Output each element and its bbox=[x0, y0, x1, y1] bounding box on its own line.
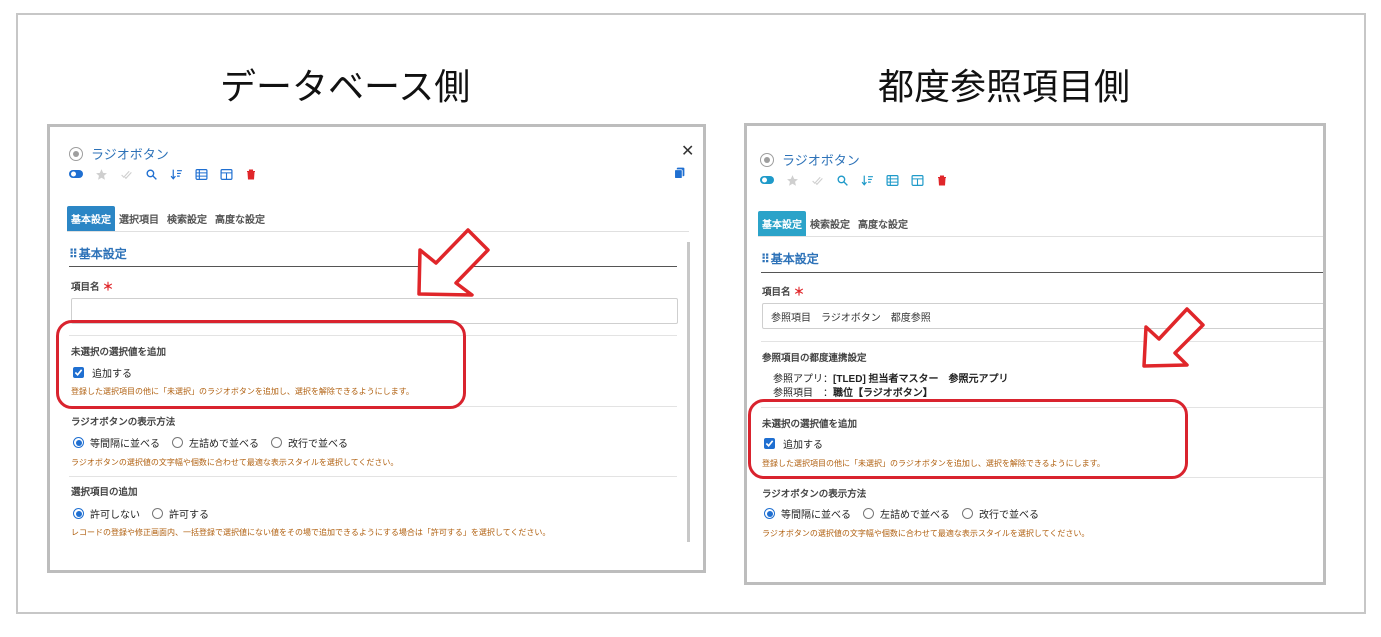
sort-icon[interactable] bbox=[169, 167, 183, 181]
trash-icon[interactable] bbox=[244, 167, 258, 181]
display-method-help: ラジオボタンの選択値の文字幅や個数に合わせて最適な表示スタイルを選択してください… bbox=[762, 529, 1090, 538]
radio-type-icon bbox=[69, 146, 83, 161]
grip-icon: ⠿ bbox=[761, 251, 770, 266]
section-header: ⠿ 基本設定 bbox=[761, 250, 819, 267]
radio-option-left[interactable]: 左詰めで並べる bbox=[863, 506, 950, 521]
add-item-options: 許可しない 許可する bbox=[73, 506, 221, 521]
radio-option-equal[interactable]: 等間隔に並べる bbox=[764, 506, 851, 521]
display-method-help: ラジオボタンの選択値の文字幅や個数に合わせて最適な表示スタイルを選択してください… bbox=[71, 458, 399, 467]
right-settings-panel: ラジオボタン 基本設定 検索設定 高度な設定 ⠿ 基本設定 項目名＊ 参照項目 … bbox=[744, 123, 1326, 585]
radio-option-disallow[interactable]: 許可しない bbox=[73, 506, 140, 521]
heading-database-side: データベース側 bbox=[220, 67, 471, 108]
divider bbox=[69, 476, 677, 477]
item-name-label: 項目名＊ bbox=[71, 281, 114, 293]
field-toolbar bbox=[760, 173, 949, 187]
columns-icon[interactable] bbox=[219, 167, 233, 181]
radio-type-icon bbox=[760, 152, 774, 167]
field-toolbar bbox=[69, 167, 258, 181]
sort-icon[interactable] bbox=[860, 173, 874, 187]
trash-icon[interactable] bbox=[935, 173, 949, 187]
display-method-options: 等間隔に並べる 左詰めで並べる 改行で並べる bbox=[764, 506, 1051, 521]
tab-search-settings[interactable]: 検索設定 bbox=[163, 206, 211, 231]
search-icon[interactable] bbox=[144, 167, 158, 181]
radio-option-newline[interactable]: 改行で並べる bbox=[962, 506, 1039, 521]
toggle-icon[interactable] bbox=[69, 167, 83, 181]
list-icon[interactable] bbox=[194, 167, 208, 181]
panel-title: ラジオボタン bbox=[91, 147, 169, 162]
reference-item-line: 参照項目 ：職位【ラジオボタン】 bbox=[773, 388, 933, 399]
pointer-arrow-icon-left bbox=[417, 228, 490, 297]
panel-title-row: ラジオボタン bbox=[69, 144, 169, 163]
display-method-label: ラジオボタンの表示方法 bbox=[71, 417, 176, 428]
heading-reference-side: 都度参照項目側 bbox=[878, 67, 1131, 108]
tab-bar: 基本設定 検索設定 高度な設定 bbox=[758, 211, 1323, 237]
display-method-label: ラジオボタンの表示方法 bbox=[762, 489, 867, 500]
panel-title-row: ラジオボタン bbox=[760, 150, 860, 169]
divider bbox=[761, 341, 1323, 342]
tab-advanced-settings[interactable]: 高度な設定 bbox=[854, 211, 912, 236]
star-icon[interactable] bbox=[785, 173, 799, 187]
item-name-input[interactable]: 参照項目 ラジオボタン 都度参照 bbox=[762, 303, 1323, 329]
copy-icon[interactable] bbox=[673, 166, 686, 180]
check-icon[interactable] bbox=[810, 173, 824, 187]
add-item-help: レコードの登録や修正画面内、一括登録で選択値にない値をその場で追加できるようにす… bbox=[71, 528, 551, 537]
toggle-icon[interactable] bbox=[760, 173, 774, 187]
scrollbar[interactable] bbox=[687, 242, 690, 542]
radio-option-left[interactable]: 左詰めで並べる bbox=[172, 435, 259, 450]
add-item-label: 選択項目の追加 bbox=[71, 487, 138, 498]
reference-settings-label: 参照項目の都度連携設定 bbox=[762, 353, 867, 364]
tab-basic-settings[interactable]: 基本設定 bbox=[758, 211, 806, 236]
list-icon[interactable] bbox=[885, 173, 899, 187]
highlight-box-right bbox=[748, 399, 1188, 479]
section-divider bbox=[69, 266, 677, 267]
grip-icon: ⠿ bbox=[69, 246, 78, 261]
reference-app-line: 参照アプリ：[TLED] 担当者マスター 参照元アプリ bbox=[773, 374, 1009, 385]
section-header: ⠿ 基本設定 bbox=[69, 245, 127, 262]
close-icon[interactable]: ✕ bbox=[681, 141, 694, 160]
radio-option-equal[interactable]: 等間隔に並べる bbox=[73, 435, 160, 450]
tab-advanced-settings[interactable]: 高度な設定 bbox=[211, 206, 269, 231]
required-mark: ＊ bbox=[102, 281, 114, 293]
highlight-box-left bbox=[56, 320, 466, 409]
section-divider bbox=[761, 272, 1323, 273]
tab-basic-settings[interactable]: 基本設定 bbox=[67, 206, 115, 231]
pointer-arrow-icon-right bbox=[1142, 307, 1205, 368]
tab-search-settings[interactable]: 検索設定 bbox=[806, 211, 854, 236]
columns-icon[interactable] bbox=[910, 173, 924, 187]
panel-title: ラジオボタン bbox=[782, 153, 860, 168]
required-mark: ＊ bbox=[793, 286, 805, 298]
search-icon[interactable] bbox=[835, 173, 849, 187]
section-title: 基本設定 bbox=[770, 252, 819, 266]
radio-option-newline[interactable]: 改行で並べる bbox=[271, 435, 348, 450]
star-icon[interactable] bbox=[94, 167, 108, 181]
tab-select-items[interactable]: 選択項目 bbox=[115, 206, 163, 231]
radio-option-allow[interactable]: 許可する bbox=[152, 506, 209, 521]
display-method-options: 等間隔に並べる 左詰めで並べる 改行で並べる bbox=[73, 435, 360, 450]
section-title: 基本設定 bbox=[78, 247, 127, 261]
check-icon[interactable] bbox=[119, 167, 133, 181]
tab-bar: 基本設定 選択項目 検索設定 高度な設定 bbox=[67, 206, 689, 232]
item-name-label: 項目名＊ bbox=[762, 286, 805, 298]
